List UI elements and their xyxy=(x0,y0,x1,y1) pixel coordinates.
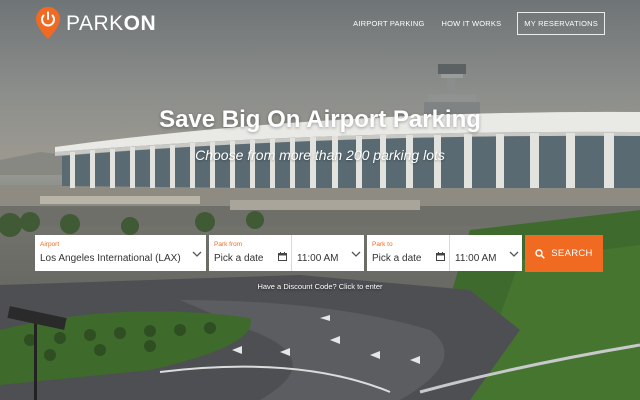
logo[interactable]: PARKON xyxy=(35,6,156,40)
search-form: Airport Los Angeles International (LAX) … xyxy=(35,235,603,272)
chevron-down-icon xyxy=(192,251,202,257)
nav-airport-parking[interactable]: AIRPORT PARKING xyxy=(353,19,424,28)
top-nav: AIRPORT PARKING HOW IT WORKS MY RESERVAT… xyxy=(336,12,605,35)
airport-label: Airport xyxy=(40,241,60,248)
my-reservations-button[interactable]: MY RESERVATIONS xyxy=(517,12,605,35)
field-divider xyxy=(291,235,292,271)
search-button-label: SEARCH xyxy=(551,248,593,259)
park-to-time-select[interactable]: 11:00 AM xyxy=(455,253,497,264)
search-button[interactable]: SEARCH xyxy=(525,235,603,272)
airport-select[interactable]: Airport Los Angeles International (LAX) xyxy=(35,235,206,271)
hero-subtitle: Choose from more than 200 parking lots xyxy=(195,147,445,163)
hero-background xyxy=(0,0,640,400)
calendar-icon xyxy=(278,252,287,261)
airport-value: Los Angeles International (LAX) xyxy=(40,253,181,264)
nav-how-it-works[interactable]: HOW IT WORKS xyxy=(442,19,502,28)
park-to-label: Park to xyxy=(372,241,393,248)
airport-scene xyxy=(0,64,640,400)
hero-title: Save Big On Airport Parking xyxy=(159,106,481,133)
park-to-field: Park to Pick a date 11:00 AM xyxy=(367,235,522,271)
search-icon xyxy=(535,248,546,259)
park-from-date-input[interactable]: Pick a date xyxy=(214,253,263,264)
park-from-label: Park from xyxy=(214,241,243,248)
brand-name-light: PARK xyxy=(66,11,124,35)
park-from-field: Park from Pick a date 11:00 AM xyxy=(209,235,364,271)
header: PARKON AIRPORT PARKING HOW IT WORKS MY R… xyxy=(0,0,640,44)
field-divider xyxy=(449,235,450,271)
brand-name: PARKON xyxy=(66,13,156,34)
discount-code-link[interactable]: Have a Discount Code? Click to enter xyxy=(0,282,640,291)
park-from-time-select[interactable]: 11:00 AM xyxy=(297,253,339,264)
power-pin-logo-icon xyxy=(35,6,61,40)
chevron-down-icon xyxy=(351,251,361,257)
brand-name-bold: ON xyxy=(123,11,157,35)
chevron-down-icon xyxy=(509,251,519,257)
calendar-icon xyxy=(436,252,445,261)
park-to-date-input[interactable]: Pick a date xyxy=(372,253,421,264)
